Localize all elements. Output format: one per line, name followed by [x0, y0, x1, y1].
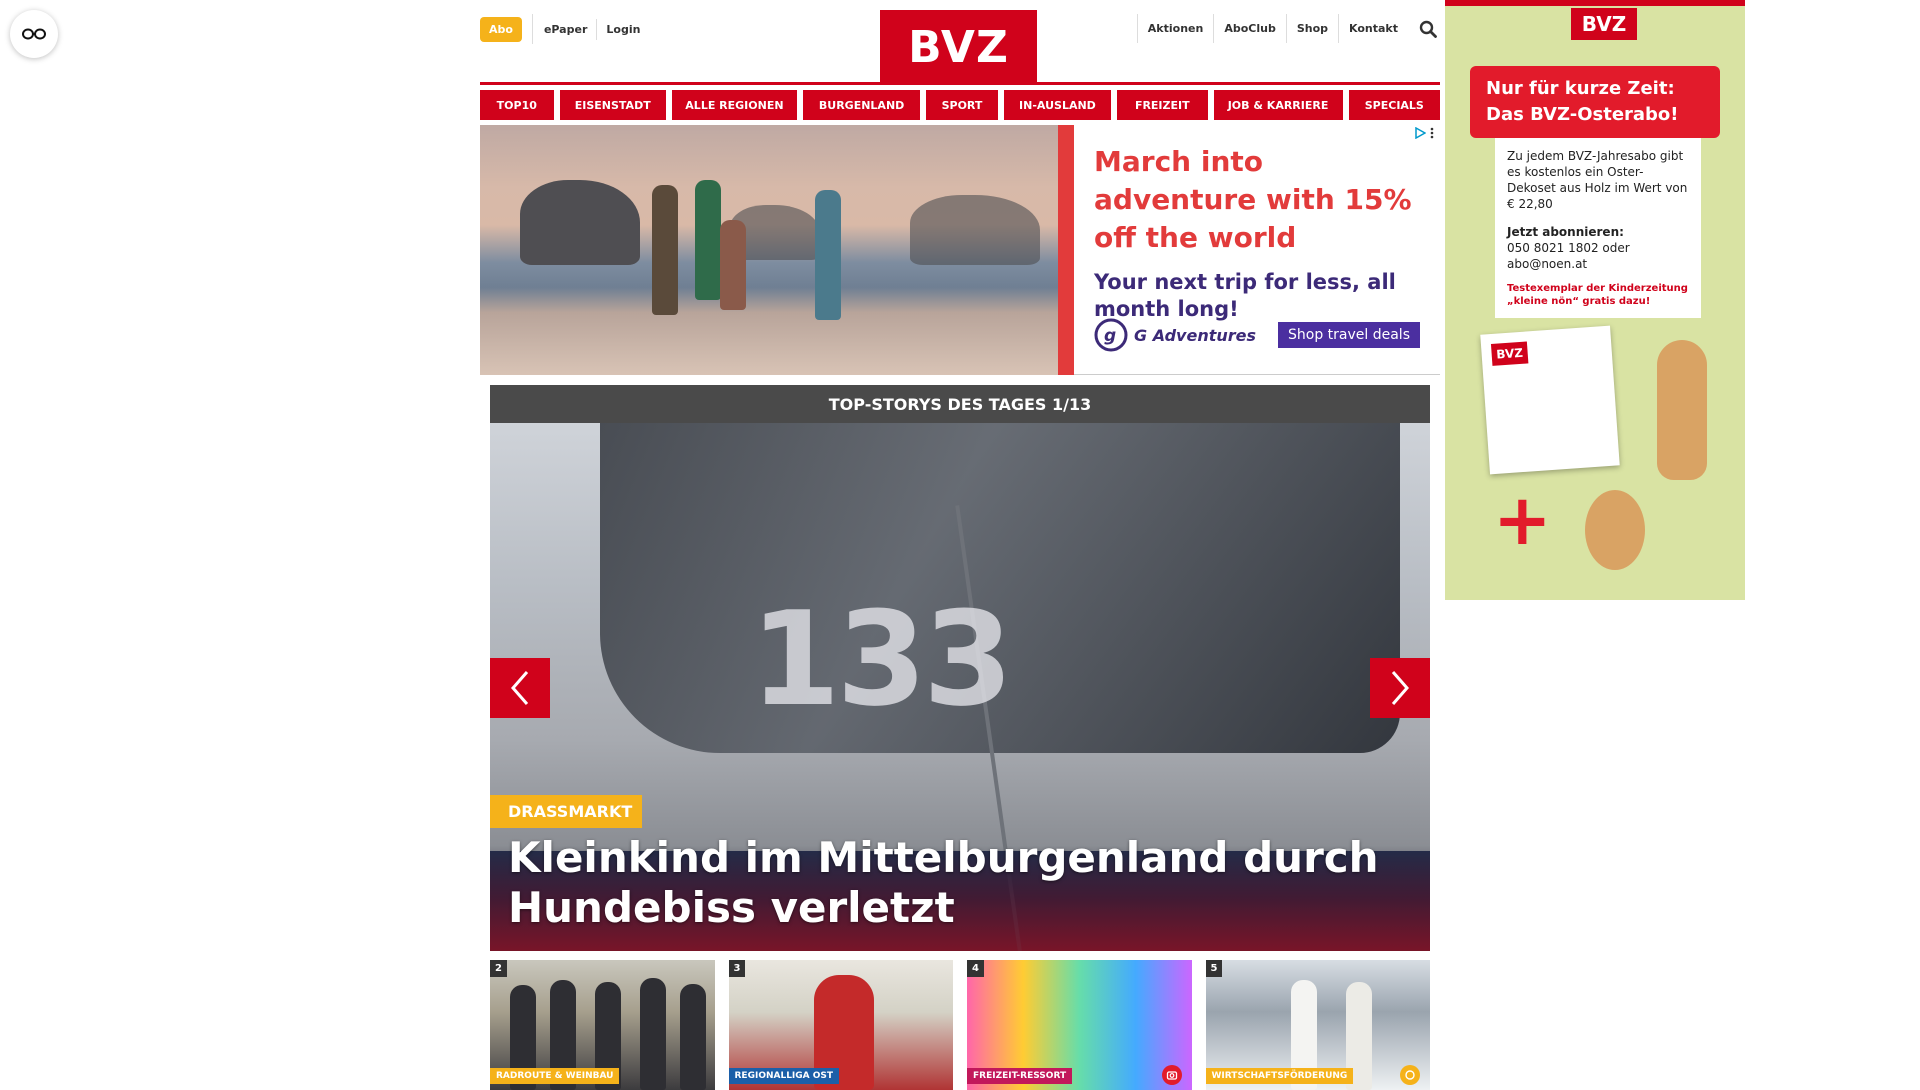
- top-bar: Abo ePaper Login BVZ Aktionen AboClub Sh…: [480, 0, 1440, 85]
- ad-brand-name: G Adventures: [1134, 325, 1257, 345]
- side-ad-promo: Testexemplar der Kinderzeitung „kleine n…: [1507, 283, 1688, 307]
- person-figure: [640, 978, 666, 1090]
- hero-headline[interactable]: Kleinkind im Mittelburgenland durch Hund…: [508, 833, 1388, 933]
- rock-formation: [520, 180, 640, 265]
- story-thumbnail[interactable]: 5 WIRTSCHAFTSFÖRDERUNG: [1205, 960, 1430, 1090]
- person-figure: [720, 220, 746, 310]
- top-stories-heading: TOP-STORYS DES TAGES 1/13: [490, 385, 1430, 423]
- shop-travel-deals-button[interactable]: Shop travel deals: [1278, 322, 1420, 348]
- top-right-links: Aktionen AboClub Shop Kontakt: [1136, 14, 1440, 43]
- svg-text:g: g: [1104, 326, 1116, 346]
- ad-stripe: [1058, 125, 1074, 375]
- glasses-icon: [22, 28, 46, 40]
- nav-in-ausland[interactable]: IN-AUSLAND: [1003, 90, 1112, 120]
- more-options-icon[interactable]: [1430, 127, 1434, 139]
- easter-egg-decoration: [1585, 490, 1645, 570]
- previous-slide-button[interactable]: [490, 658, 550, 718]
- shop-link[interactable]: Shop: [1285, 14, 1338, 43]
- side-ad-headline: Nur für kurze Zeit: Das BVZ-Osterabo!: [1470, 66, 1720, 138]
- login-link[interactable]: Login: [596, 18, 649, 40]
- chevron-left-icon: [511, 671, 529, 705]
- main-navigation: TOP10 EISENSTADT ALLE REGIONEN BURGENLAN…: [480, 90, 1441, 120]
- premium-badge-icon: [1400, 1065, 1420, 1085]
- ad-subtitle: Your next trip for less, all month long!: [1094, 270, 1396, 321]
- g-adventures-logo-icon: g: [1094, 318, 1128, 352]
- hero-story[interactable]: 133 DRASSMARKT Kleinkind im Mittelburgen…: [490, 423, 1430, 951]
- nav-freizeit[interactable]: FREIZEIT: [1117, 90, 1208, 120]
- bvz-logo[interactable]: BVZ: [880, 10, 1037, 84]
- easter-bunny-decoration: [1657, 340, 1707, 480]
- magazine-cover: BVZ: [1480, 325, 1620, 475]
- side-ad[interactable]: BVZ Nur für kurze Zeit: Das BVZ-Osterabo…: [1445, 0, 1745, 600]
- person-figure: [680, 984, 706, 1090]
- story-number: 3: [728, 960, 746, 977]
- side-ad-card: Zu jedem BVZ-Jahresabo gibt es kostenlos…: [1495, 138, 1701, 318]
- story-number: 4: [967, 960, 984, 977]
- ad-choices-icon[interactable]: [1414, 127, 1426, 139]
- next-slide-button[interactable]: [1370, 658, 1430, 718]
- side-ad-cta-title: Jetzt abonnieren:: [1507, 225, 1624, 239]
- top-left-links: Abo ePaper Login: [480, 14, 649, 44]
- ad-text-panel: March into adventure with 15% off the wo…: [1074, 125, 1440, 374]
- kontakt-link[interactable]: Kontakt: [1338, 14, 1408, 43]
- nav-specials[interactable]: SPECIALS: [1348, 90, 1441, 120]
- aktionen-link[interactable]: Aktionen: [1136, 14, 1214, 43]
- person-figure: [815, 190, 841, 320]
- header-rule: [480, 82, 1440, 85]
- reader-mode-button[interactable]: [10, 10, 58, 58]
- nav-alle-regionen[interactable]: ALLE REGIONEN: [671, 90, 797, 120]
- story-category: FREIZEIT-RESSORT: [967, 1068, 1073, 1084]
- story-number: 5: [1205, 960, 1223, 977]
- epaper-link[interactable]: ePaper: [535, 19, 596, 40]
- side-ad-contact: 050 8021 1802 oder abo@noen.at: [1507, 241, 1630, 271]
- nav-burgenland[interactable]: BURGENLAND: [803, 90, 921, 120]
- site-container: Abo ePaper Login BVZ Aktionen AboClub Sh…: [480, 0, 1441, 1090]
- chevron-right-icon: [1391, 671, 1409, 705]
- ad-photo: [480, 125, 1058, 375]
- story-category: REGIONALLIGA OST: [728, 1068, 840, 1084]
- top-stories-section: TOP-STORYS DES TAGES 1/13 133 DRASSMARKT…: [490, 385, 1430, 951]
- banner-ad[interactable]: March into adventure with 15% off the wo…: [480, 125, 1440, 375]
- story-category: RADROUTE & WEINBAU: [490, 1068, 620, 1084]
- nav-sport[interactable]: SPORT: [926, 90, 998, 120]
- magazine-logo: BVZ: [1490, 341, 1529, 366]
- ad-title: March into adventure with 15% off the wo…: [1094, 145, 1412, 254]
- side-ad-logo: BVZ: [1571, 8, 1637, 40]
- abo-button[interactable]: Abo: [480, 16, 522, 42]
- nav-job-karriere[interactable]: JOB & KARRIERE: [1213, 90, 1343, 120]
- side-ad-body: Zu jedem BVZ-Jahresabo gibt es kostenlos…: [1507, 149, 1688, 211]
- story-number: 2: [490, 960, 507, 977]
- person-figure: [652, 185, 678, 315]
- nav-eisenstadt[interactable]: EISENSTADT: [559, 90, 666, 120]
- ad-choices[interactable]: [1414, 127, 1434, 139]
- story-thumbnail[interactable]: 3 REGIONALLIGA OST: [728, 960, 953, 1090]
- person-figure: [695, 180, 721, 300]
- story-thumbnails: 2 RADROUTE & WEINBAU 3 REGIONALLIGA OST …: [490, 960, 1430, 1090]
- story-category: WIRTSCHAFTSFÖRDERUNG: [1205, 1068, 1354, 1084]
- photo-gallery-icon: [1161, 1065, 1182, 1085]
- search-icon[interactable]: [1416, 17, 1440, 41]
- ad-brand: g G Adventures: [1094, 318, 1256, 352]
- side-ad-top-line: [1445, 0, 1745, 6]
- plus-sign: +: [1493, 479, 1552, 561]
- aboclub-link[interactable]: AboClub: [1213, 14, 1286, 43]
- hero-category-tag[interactable]: DRASSMARKT: [490, 795, 643, 828]
- divider: [531, 14, 533, 44]
- rock-formation: [910, 195, 1040, 265]
- story-thumbnail[interactable]: 4 FREIZEIT-RESSORT: [967, 960, 1192, 1090]
- car-number: 133: [750, 583, 1013, 735]
- nav-top10[interactable]: TOP10: [480, 90, 554, 120]
- story-thumbnail[interactable]: 2 RADROUTE & WEINBAU: [490, 960, 715, 1090]
